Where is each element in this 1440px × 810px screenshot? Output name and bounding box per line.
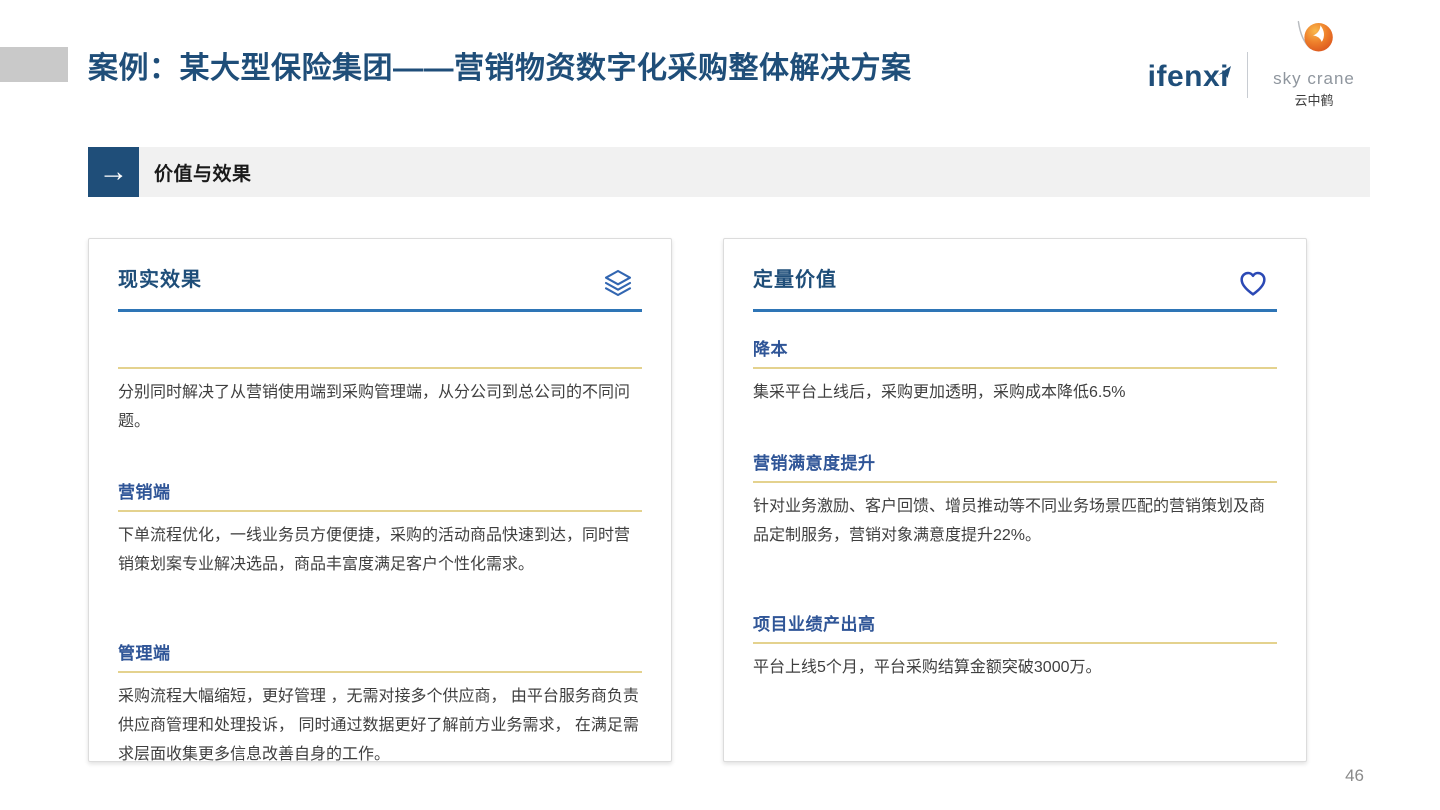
section-header-label: 价值与效果: [154, 163, 252, 185]
skycrane-flame-icon: [1292, 18, 1336, 67]
skycrane-logo-text-en: sky crane: [1273, 69, 1355, 88]
section-divider: [118, 367, 642, 369]
arrow-right-icon: →: [88, 147, 139, 197]
section-divider: [118, 671, 642, 673]
card-title: 现实效果: [118, 269, 202, 291]
section-text: 针对业务激励、客户回馈、增员推动等不同业务场景匹配的营销策划及商品定制服务，营销…: [753, 498, 1266, 544]
card-section: 分别同时解决了从营销使用端到采购管理端，从分公司到总公司的不同问题。: [118, 339, 642, 436]
section-text: 集采平台上线后，采购更加透明，采购成本降低6.5%: [753, 384, 1126, 401]
card-title-row: 定量价值: [753, 239, 1277, 299]
ifenxi-arrow-icon: [1217, 54, 1235, 88]
heart-icon: [1237, 267, 1269, 299]
layers-icon: [602, 267, 634, 299]
card-section: 营销满意度提升 针对业务激励、客户回馈、增员推动等不同业务场景匹配的营销策划及商…: [753, 453, 1277, 550]
section-heading: 项目业绩产出高: [753, 615, 876, 634]
card-section: 项目业绩产出高 平台上线5个月，平台采购结算金额突破3000万。: [753, 614, 1277, 682]
section-divider: [753, 481, 1277, 483]
page-number: 46: [1345, 766, 1364, 785]
card-title-row: 现实效果: [118, 239, 642, 299]
card-actual-effects: 现实效果 分别同时解决了从营销使用端到采购管理端，从分公司到总公司的不同问题。 …: [88, 238, 672, 762]
section-heading: 营销满意度提升: [753, 454, 876, 473]
section-divider: [118, 510, 642, 512]
card-section: 管理端 采购流程大幅缩短，更好管理 ，无需对接多个供应商， 由平台服务商负责供应…: [118, 643, 642, 762]
section-heading: 营销端: [118, 483, 171, 502]
section-heading: 管理端: [118, 644, 171, 663]
section-heading: 降本: [753, 340, 788, 359]
card-title-underline: [753, 309, 1277, 312]
logo-area: ifenxi sky crane 云中鹤: [1148, 18, 1364, 109]
card-title: 定量价值: [753, 269, 837, 291]
card-section: 降本 集采平台上线后，采购更加透明，采购成本降低6.5%: [753, 339, 1277, 407]
cards-row: 现实效果 分别同时解决了从营销使用端到采购管理端，从分公司到总公司的不同问题。 …: [88, 238, 1307, 762]
card-quantitative-value: 定量价值 降本 集采平台上线后，采购更加透明，采购成本降低6.5% 营销满意度提…: [723, 238, 1307, 762]
page-title: 案例：某大型保险集团——营销物资数字化采购整体解决方案: [88, 52, 912, 85]
section-heading: [118, 339, 642, 361]
section-header-bar: → 价值与效果: [88, 147, 1370, 197]
section-text: 分别同时解决了从营销使用端到采购管理端，从分公司到总公司的不同问题。: [118, 384, 631, 430]
section-text: 下单流程优化，一线业务员方便便捷，采购的活动商品快速到达，同时营销策划案专业解决…: [118, 527, 631, 573]
section-divider: [753, 367, 1277, 369]
ifenxi-logo: ifenxi: [1148, 60, 1231, 94]
skycrane-logo: sky crane 云中鹤: [1264, 18, 1364, 109]
section-divider: [753, 642, 1277, 644]
section-text: 采购流程大幅缩短，更好管理 ，无需对接多个供应商， 由平台服务商负责供应商管理和…: [118, 688, 639, 762]
decorative-gray-block: [0, 47, 68, 82]
card-title-underline: [118, 309, 642, 312]
card-section: 营销端 下单流程优化，一线业务员方便便捷，采购的活动商品快速到达，同时营销策划案…: [118, 482, 642, 579]
logo-divider: [1247, 51, 1248, 98]
skycrane-logo-text-cn: 云中鹤: [1294, 94, 1334, 109]
section-text: 平台上线5个月，平台采购结算金额突破3000万。: [753, 659, 1102, 676]
